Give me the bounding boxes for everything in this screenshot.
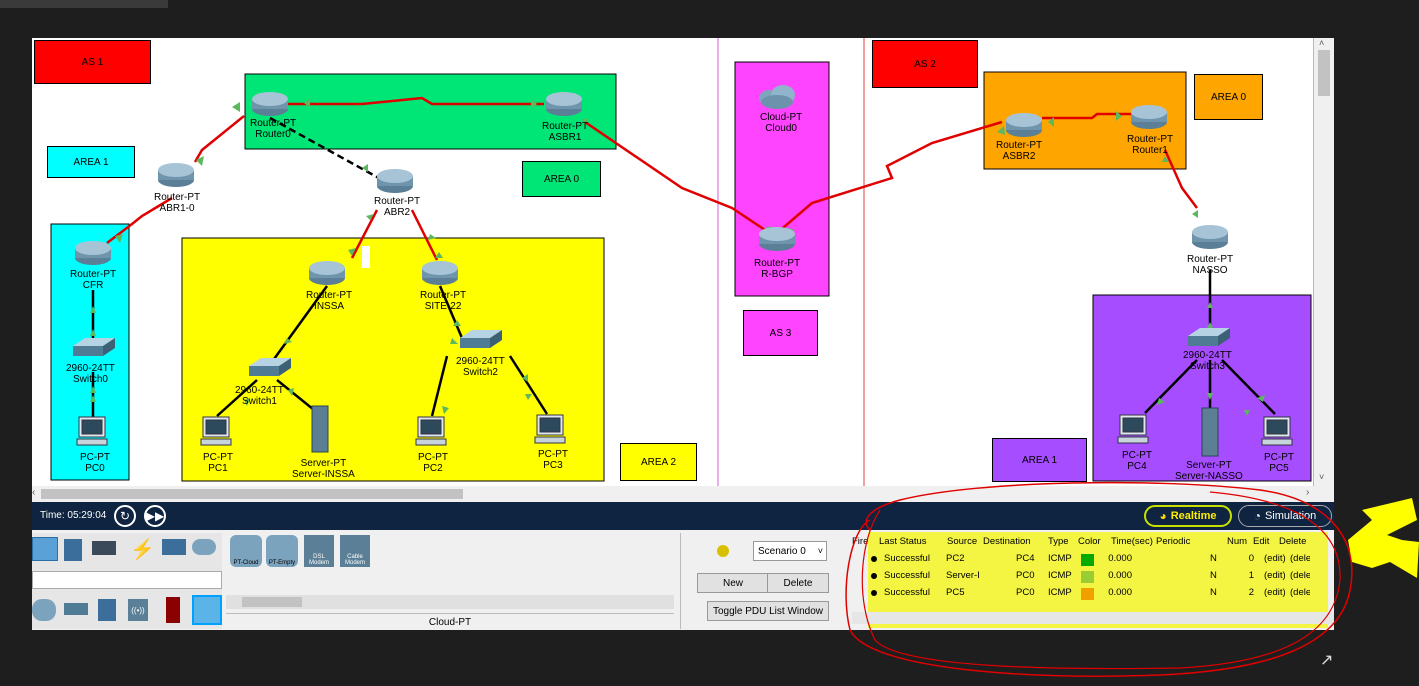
device-label-pc2[interactable]: PC-PT PC2 (418, 452, 448, 474)
device-label-router0[interactable]: Router-PT Router0 (250, 118, 296, 140)
wireless-subcat-icon[interactable]: ((•)) (128, 599, 148, 621)
device-label-pc0[interactable]: PC-PT PC0 (80, 452, 110, 474)
vertical-scroll-thumb[interactable] (1318, 50, 1330, 96)
end-devices-icon[interactable] (64, 539, 82, 561)
device-label-cloud0[interactable]: Cloud-PT Cloud0 (760, 112, 802, 134)
topology-canvas (50, 38, 1315, 486)
device-categories: ⚡ ((•)) (32, 533, 222, 629)
device-label-router1[interactable]: Router-PT Router1 (1127, 134, 1173, 156)
device-label-cfr[interactable]: Router-PT CFR (70, 269, 116, 291)
power-cycle-button[interactable]: ↻ (114, 505, 136, 527)
new-scenario-button[interactable]: New (697, 573, 769, 593)
pt-cloud-icon[interactable]: PT-Cloud (230, 535, 262, 567)
device-label-pc3[interactable]: PC-PT PC3 (538, 449, 568, 471)
device-label-switch1[interactable]: 2960-24TT Switch1 (235, 385, 284, 407)
cable-modem-icon[interactable]: Cable Modem (340, 535, 370, 567)
area0-label-left: AREA 0 (522, 161, 601, 197)
hub-subcat-icon[interactable] (98, 599, 116, 621)
device-label-server-inssa[interactable]: Server-PT Server-INSSA (292, 458, 355, 480)
device-label-insaa[interactable]: Router-PT INSSA (306, 290, 352, 312)
link-router0-abr1 (193, 115, 245, 163)
scenario-panel: Scenario 0 ˅ New Delete Toggle PDU List … (680, 533, 849, 629)
security-subcat-icon[interactable] (166, 597, 180, 623)
chevron-down-icon: ˅ (817, 546, 823, 556)
horizontal-scroll-thumb[interactable] (41, 489, 463, 499)
wan-emulation-subcat-icon[interactable] (192, 595, 222, 625)
time-label: Time: 05:29:04 (40, 510, 107, 521)
misc-icon[interactable] (162, 539, 186, 555)
device-scroll-thumb (242, 597, 302, 607)
area2-region (181, 237, 605, 482)
red-annotation-circle (845, 481, 1353, 677)
device-label-rbgp[interactable]: Router-PT R-BGP (754, 258, 800, 280)
toggle-pdu-list-button[interactable]: Toggle PDU List Window (707, 601, 829, 621)
area2-label: AREA 2 (620, 443, 697, 481)
device-label-asbr2[interactable]: Router-PT ASBR2 (996, 140, 1042, 162)
pt-empty-icon[interactable]: PT-Empty (266, 535, 298, 567)
device-label-abr2[interactable]: Router-PT ABR2 (374, 196, 420, 218)
area1-label-left: AREA 1 (47, 146, 135, 178)
device-type-panel: PT-Cloud PT-Empty DSL Modem Cable Modem … (226, 533, 674, 629)
scenario-select[interactable]: Scenario 0 ˅ (753, 541, 827, 561)
device-list-scrollbar[interactable] (226, 595, 674, 609)
white-glitch-2 (1081, 248, 1085, 266)
router-subcat-icon[interactable] (32, 599, 56, 621)
yellow-marker-stroke (1348, 498, 1419, 578)
dsl-modem-icon[interactable]: DSL Modem (304, 535, 334, 567)
components-icon[interactable] (92, 541, 116, 555)
as3-label: AS 3 (743, 310, 818, 356)
selected-device-name: Cloud-PT (226, 613, 674, 628)
connections-icon[interactable]: ⚡ (130, 537, 155, 562)
device-label-pc1[interactable]: PC-PT PC1 (203, 452, 233, 474)
device-label-abr1-0[interactable]: Router-PT ABR1-0 (154, 192, 200, 214)
delete-scenario-button[interactable]: Delete (767, 573, 829, 593)
logical-workspace[interactable]: AS 1 AREA 1 AREA 0 AREA 2 AS 3 AS 2 AREA… (32, 38, 1334, 486)
time-bar: Time: 05:29:04 ↻ ▶▶ (32, 502, 852, 530)
window-tab (0, 0, 168, 8)
vertical-scrollbar[interactable]: ˄ ˅ (1314, 38, 1334, 486)
as2-label: AS 2 (872, 40, 978, 88)
as1-label: AS 1 (34, 40, 151, 84)
device-label-switch3[interactable]: 2960-24TT Switch3 (1183, 350, 1232, 372)
device-label-asbr1[interactable]: Router-PT ASBR1 (542, 121, 588, 143)
area0-label-right: AREA 0 (1194, 74, 1263, 120)
scroll-left-arrow[interactable]: ‹ (32, 487, 35, 498)
switch-subcat-icon[interactable] (64, 603, 88, 615)
info-icon[interactable] (717, 545, 729, 557)
expand-icon[interactable]: ↗ (1320, 650, 1333, 670)
device-label-switch0[interactable]: 2960-24TT Switch0 (66, 363, 115, 385)
device-label-site22[interactable]: Router-PT SITE-22 (420, 290, 466, 312)
device-label-pc4[interactable]: PC-PT PC4 (1122, 450, 1152, 472)
scroll-up-arrow[interactable]: ˄ (1319, 38, 1324, 48)
multiuser-icon[interactable] (192, 539, 216, 555)
category-name-field (32, 571, 222, 589)
white-glitch (362, 246, 370, 268)
fast-forward-button[interactable]: ▶▶ (144, 505, 166, 527)
device-label-switch2[interactable]: 2960-24TT Switch2 (456, 356, 505, 378)
device-label-nasso[interactable]: Router-PT NASSO (1187, 254, 1233, 276)
network-devices-icon[interactable] (32, 537, 58, 561)
